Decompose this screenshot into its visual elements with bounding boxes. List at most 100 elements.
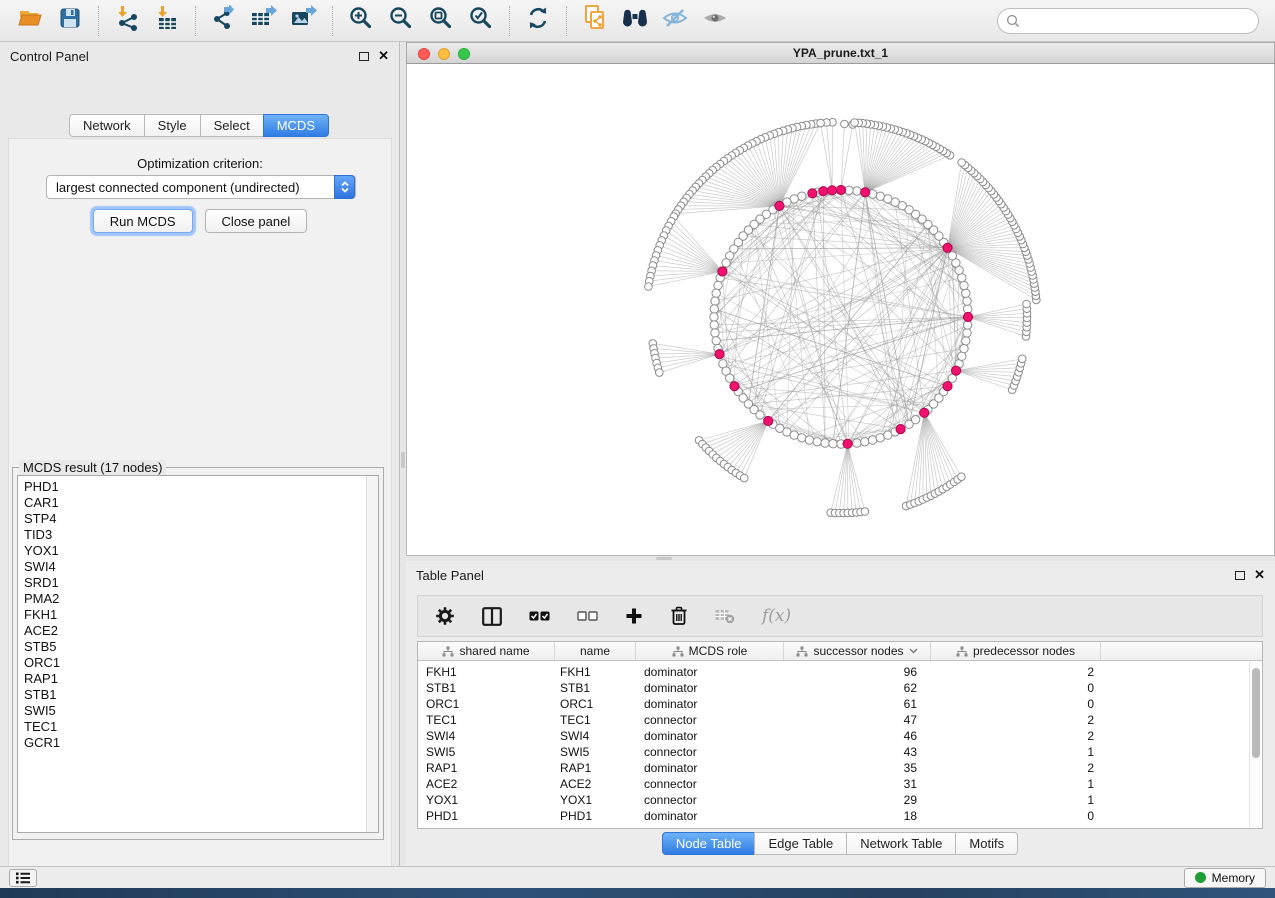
zoom-out-button[interactable]	[381, 4, 421, 38]
table-row[interactable]: ORC1ORC1dominator610	[418, 696, 1249, 712]
table-row[interactable]: ACE2ACE2connector311	[418, 776, 1249, 792]
table-panel-header: Table Panel ✕	[406, 561, 1275, 589]
mcds-result-item[interactable]: TID3	[18, 527, 378, 543]
select-all-button[interactable]	[529, 610, 550, 622]
close-panel-icon[interactable]: ✕	[378, 51, 389, 61]
mcds-result-item[interactable]: STB5	[18, 639, 378, 655]
mcds-result-item[interactable]: SWI4	[18, 559, 378, 575]
export-table-button[interactable]	[244, 4, 284, 38]
mcds-result-item[interactable]: SRD1	[18, 575, 378, 591]
network-canvas[interactable]	[406, 64, 1275, 556]
export-image-button[interactable]	[284, 4, 324, 38]
table-row[interactable]: YOX1YOX1connector291	[418, 792, 1249, 808]
zoom-in-button[interactable]	[341, 4, 381, 38]
column-header-name[interactable]: name	[555, 642, 636, 660]
column-header-shared-name[interactable]: shared name	[418, 642, 555, 660]
import-table-button[interactable]	[147, 4, 187, 38]
mcds-result-item[interactable]: PMA2	[18, 591, 378, 607]
mcds-result-item[interactable]: STB1	[18, 687, 378, 703]
result-list-scrollbar[interactable]	[366, 476, 378, 832]
show-columns-button[interactable]	[482, 607, 502, 626]
float-panel-icon[interactable]	[359, 52, 369, 61]
mcds-result-item[interactable]: PHD1	[18, 479, 378, 495]
mcds-result-item[interactable]: FKH1	[18, 607, 378, 623]
main-toolbar	[0, 0, 1275, 42]
show-graphics-button[interactable]	[695, 4, 735, 38]
mcds-result-item[interactable]: STP4	[18, 511, 378, 527]
float-panel-icon[interactable]	[1235, 571, 1245, 580]
open-file-button[interactable]	[10, 4, 50, 38]
table-row[interactable]: STB1STB1dominator620	[418, 680, 1249, 696]
table-scrollbar-thumb[interactable]	[1252, 668, 1260, 758]
column-header-successor-nodes[interactable]: successor nodes	[784, 642, 931, 660]
network-window-titlebar[interactable]: YPA_prune.txt_1	[406, 42, 1275, 64]
tab-select[interactable]: Select	[200, 114, 264, 137]
control-panel-title: Control Panel	[10, 49, 89, 64]
tab-mcds[interactable]: MCDS	[263, 114, 329, 137]
import-table-icon	[154, 5, 180, 36]
table-scrollbar[interactable]	[1249, 662, 1261, 827]
close-panel-icon[interactable]: ✕	[1254, 570, 1265, 580]
window-minimize-icon[interactable]	[438, 48, 450, 60]
shared-column-icon	[956, 646, 968, 657]
mcds-result-item[interactable]: SWI5	[18, 703, 378, 719]
tab-style[interactable]: Style	[144, 114, 201, 137]
save-icon	[58, 6, 82, 35]
column-header-mcds-role[interactable]: MCDS role	[636, 642, 784, 660]
hide-selected-button[interactable]	[655, 4, 695, 38]
tab-motifs[interactable]: Motifs	[955, 832, 1018, 855]
window-maximize-icon[interactable]	[458, 48, 470, 60]
export-network-button[interactable]	[204, 4, 244, 38]
sync-icon	[525, 5, 551, 36]
zoom-fit-button[interactable]	[421, 4, 461, 38]
deselect-all-button[interactable]	[577, 610, 598, 622]
mcds-result-title: MCDS result (17 nodes)	[19, 460, 166, 475]
copy-network-button[interactable]	[575, 4, 615, 38]
close-panel-button[interactable]: Close panel	[205, 209, 308, 233]
window-close-icon[interactable]	[418, 48, 430, 60]
mcds-result-item[interactable]: RAP1	[18, 671, 378, 687]
toolbar-separator	[566, 6, 567, 36]
memory-status-icon	[1195, 872, 1206, 883]
zoom-selected-button[interactable]	[461, 4, 501, 38]
table-row[interactable]: PHD1PHD1dominator180	[418, 808, 1249, 824]
table-row[interactable]: TEC1TEC1connector472	[418, 712, 1249, 728]
table-row[interactable]: SWI5SWI5connector431	[418, 744, 1249, 760]
save-button[interactable]	[50, 4, 90, 38]
table-row[interactable]: FKH1FKH1dominator962	[418, 664, 1249, 680]
export-image-icon	[290, 5, 318, 36]
mcds-result-item[interactable]: ACE2	[18, 623, 378, 639]
mcds-result-item[interactable]: ORC1	[18, 655, 378, 671]
import-network-button[interactable]	[107, 4, 147, 38]
search-input[interactable]	[997, 8, 1259, 34]
sort-chevron-icon	[909, 648, 918, 654]
run-mcds-button[interactable]: Run MCDS	[93, 209, 193, 233]
tab-network[interactable]: Network	[69, 114, 145, 137]
criterion-dropdown[interactable]: largest connected component (undirected)	[46, 175, 356, 199]
delete-column-button[interactable]	[670, 606, 688, 626]
tab-node-table[interactable]: Node Table	[662, 832, 756, 855]
delete-table-button[interactable]	[715, 608, 735, 624]
add-column-button[interactable]	[625, 607, 643, 625]
table-row[interactable]: RAP1RAP1dominator352	[418, 760, 1249, 776]
column-header-predecessor-nodes[interactable]: predecessor nodes	[931, 642, 1101, 660]
mcds-result-item[interactable]: TEC1	[18, 719, 378, 735]
mcds-result-item[interactable]: CAR1	[18, 495, 378, 511]
memory-label: Memory	[1212, 871, 1255, 885]
table-panel-tabs: Node Table Edge Table Network Table Moti…	[406, 832, 1275, 855]
shared-column-icon	[672, 646, 684, 657]
tab-edge-table[interactable]: Edge Table	[754, 832, 847, 855]
search-network-button[interactable]	[615, 4, 655, 38]
mcds-result-item[interactable]: GCR1	[18, 735, 378, 751]
search-container	[997, 8, 1259, 34]
sync-button[interactable]	[518, 4, 558, 38]
function-builder-button[interactable]: f(x)	[762, 606, 791, 626]
network-graph[interactable]	[407, 64, 1274, 554]
show-panel-menu-button[interactable]	[9, 869, 37, 887]
status-bar: Memory	[0, 866, 1275, 888]
table-settings-button[interactable]	[435, 606, 455, 626]
mcds-result-item[interactable]: YOX1	[18, 543, 378, 559]
memory-button[interactable]: Memory	[1184, 868, 1266, 888]
tab-network-table[interactable]: Network Table	[846, 832, 956, 855]
table-row[interactable]: SWI4SWI4dominator462	[418, 728, 1249, 744]
